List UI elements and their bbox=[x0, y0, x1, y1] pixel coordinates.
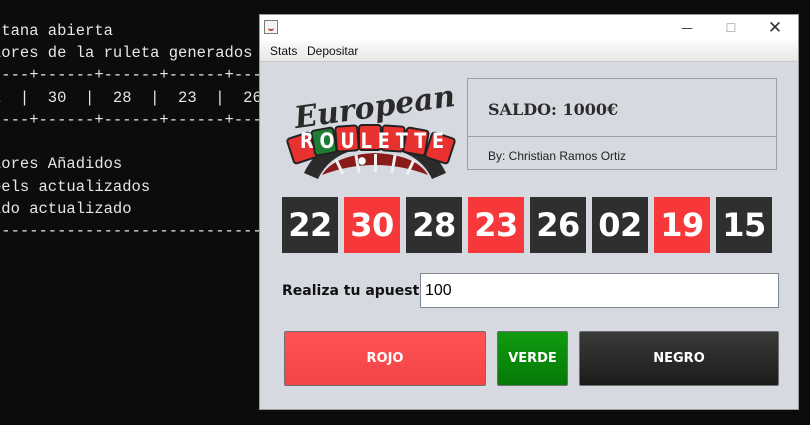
balance-label: SALDO: 1000€ bbox=[488, 100, 619, 119]
result-number: 28 bbox=[406, 197, 462, 253]
balance-panel: SALDO: 1000€ By: Christian Ramos Ortiz bbox=[467, 78, 777, 170]
console-line: ----------------------------------- bbox=[0, 222, 260, 240]
console-line: lores Añadidos bbox=[0, 155, 123, 173]
bet-red-button[interactable]: ROJO bbox=[284, 331, 486, 386]
author-credit: By: Christian Ramos Ortiz bbox=[488, 149, 627, 163]
console-line: ----+------+------+------+------ bbox=[0, 111, 260, 129]
title-bar[interactable]: — ☐ ✕ bbox=[260, 15, 798, 41]
bet-green-button[interactable]: VERDE bbox=[497, 331, 568, 386]
result-number: 02 bbox=[592, 197, 648, 253]
european-roulette-logo: ROULETTE European bbox=[286, 79, 457, 179]
result-number: 22 bbox=[282, 197, 338, 253]
console-line: ----+------+------+------+------ bbox=[0, 66, 260, 84]
menu-depositar[interactable]: Depositar bbox=[307, 44, 358, 58]
java-app-icon bbox=[264, 20, 278, 34]
bet-label: Realiza tu apuesta: bbox=[282, 283, 435, 299]
bet-amount-input[interactable] bbox=[420, 273, 779, 308]
divider bbox=[468, 136, 776, 137]
console-background: ntana abierta lores de la ruleta generad… bbox=[0, 0, 260, 425]
roulette-window: — ☐ ✕ Stats Depositar ROULETTE European bbox=[259, 14, 799, 410]
result-number: 19 bbox=[654, 197, 710, 253]
console-line: lores de la ruleta generados bbox=[0, 44, 253, 62]
result-number: 15 bbox=[716, 197, 772, 253]
minimize-button[interactable]: — bbox=[664, 15, 710, 41]
console-line: ntana abierta bbox=[0, 22, 113, 40]
menu-stats[interactable]: Stats bbox=[270, 44, 297, 58]
close-button[interactable]: ✕ bbox=[752, 15, 798, 41]
bet-black-button[interactable]: NEGRO bbox=[579, 331, 779, 386]
svg-text:ROULETTE: ROULETTE bbox=[300, 129, 450, 153]
console-line: ldo actualizado bbox=[0, 200, 132, 218]
console-line: pels actualizados bbox=[0, 178, 151, 196]
result-number: 30 bbox=[344, 197, 400, 253]
result-number: 23 bbox=[468, 197, 524, 253]
menu-bar: Stats Depositar bbox=[260, 41, 798, 62]
maximize-button[interactable]: ☐ bbox=[708, 15, 754, 41]
result-number: 26 bbox=[530, 197, 586, 253]
console-line: 2 | 30 | 28 | 23 | 26 bbox=[0, 89, 260, 107]
